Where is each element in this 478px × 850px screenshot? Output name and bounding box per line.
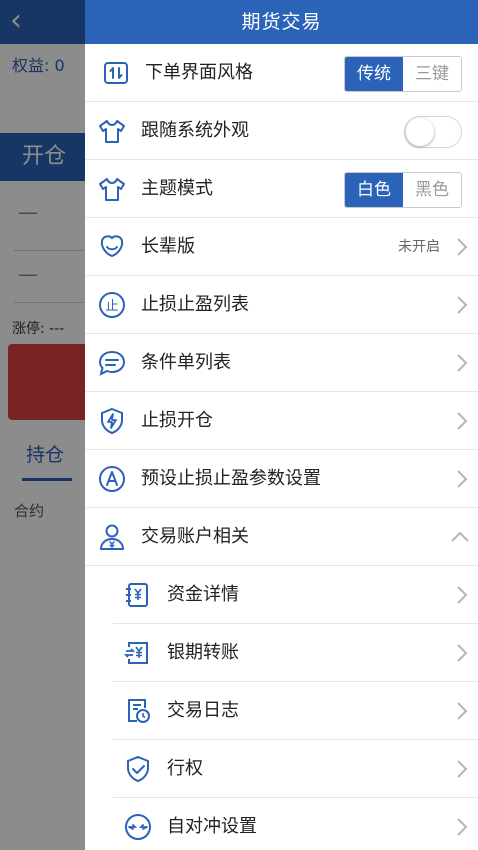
menu-label: 止损开仓 [141, 410, 213, 431]
setting-elder-version[interactable]: 长辈版 未开启 [85, 218, 478, 276]
account-user-icon [97, 522, 127, 552]
segment-option-traditional[interactable]: 传统 [345, 57, 403, 91]
order-style-icon [101, 58, 131, 88]
setting-theme-mode: 主题模式 白色 黑色 [85, 160, 478, 218]
menu-label: 交易账户相关 [141, 526, 249, 547]
menu-stop-loss-list[interactable]: 止 止损止盈列表 [85, 276, 478, 334]
submenu-self-hedge[interactable]: 自对冲设置 [85, 798, 478, 850]
chevron-right-icon [456, 237, 468, 257]
chevron-right-icon [456, 295, 468, 315]
hedge-arrows-icon [123, 812, 153, 842]
chevron-up-icon [450, 531, 470, 543]
menu-trading-account[interactable]: 交易账户相关 [85, 508, 478, 566]
submenu-trade-log[interactable]: 交易日志 [85, 682, 478, 740]
futures-trading-drawer: 期货交易 下单界面风格 传统 三键 跟随系统外观 主题模式 白色 黑色 长辈版 … [85, 0, 478, 850]
menu-stop-loss-open[interactable]: 止损开仓 [85, 392, 478, 450]
submenu-label: 银期转账 [167, 642, 239, 663]
submenu-label: 行权 [167, 758, 203, 779]
submenu-label: 自对冲设置 [167, 816, 257, 837]
segment-option-white[interactable]: 白色 [345, 173, 403, 207]
bolt-shield-icon [97, 406, 127, 436]
log-clock-icon [123, 696, 153, 726]
shirt-icon [97, 174, 127, 204]
drawer-overlay[interactable] [0, 0, 85, 850]
chevron-right-icon [456, 817, 468, 837]
setting-order-style: 下单界面风格 传统 三键 [85, 44, 478, 102]
menu-label: 止损止盈列表 [141, 294, 249, 315]
order-style-segment[interactable]: 传统 三键 [344, 56, 462, 92]
setting-label: 下单界面风格 [145, 62, 253, 83]
smile-icon [97, 232, 127, 262]
setting-follow-system: 跟随系统外观 [85, 102, 478, 160]
menu-label: 条件单列表 [141, 352, 231, 373]
chevron-right-icon [456, 411, 468, 431]
chat-list-icon [97, 348, 127, 378]
setting-label: 主题模式 [141, 178, 213, 199]
submenu-bank-transfer[interactable]: 银期转账 [85, 624, 478, 682]
menu-preset-stop-params[interactable]: 预设止损止盈参数设置 [85, 450, 478, 508]
submenu-label: 交易日志 [167, 700, 239, 721]
setting-label: 跟随系统外观 [141, 120, 249, 141]
yuan-doc-icon [123, 580, 153, 610]
chevron-right-icon [456, 353, 468, 373]
chevron-right-icon [456, 585, 468, 605]
chevron-right-icon [456, 469, 468, 489]
segment-option-black[interactable]: 黑色 [403, 173, 461, 207]
elder-version-status: 未开启 [398, 239, 440, 255]
yuan-transfer-icon [123, 638, 153, 668]
svg-text:止: 止 [105, 299, 118, 314]
submenu-fund-details[interactable]: 资金详情 [85, 566, 478, 624]
stop-icon: 止 [97, 290, 127, 320]
chevron-right-icon [456, 701, 468, 721]
menu-conditional-orders[interactable]: 条件单列表 [85, 334, 478, 392]
theme-segment[interactable]: 白色 黑色 [344, 172, 462, 208]
circle-a-icon [97, 464, 127, 494]
shield-check-icon [123, 754, 153, 784]
follow-system-toggle[interactable] [404, 116, 462, 148]
drawer-title: 期货交易 [85, 0, 478, 44]
submenu-label: 资金详情 [167, 584, 239, 605]
submenu-exercise[interactable]: 行权 [85, 740, 478, 798]
chevron-right-icon [456, 759, 468, 779]
shirt-icon [97, 116, 127, 146]
segment-option-three-key[interactable]: 三键 [403, 57, 461, 91]
toggle-knob [406, 118, 434, 146]
setting-label: 长辈版 [141, 236, 195, 257]
chevron-right-icon [456, 643, 468, 663]
menu-label: 预设止损止盈参数设置 [141, 468, 321, 489]
